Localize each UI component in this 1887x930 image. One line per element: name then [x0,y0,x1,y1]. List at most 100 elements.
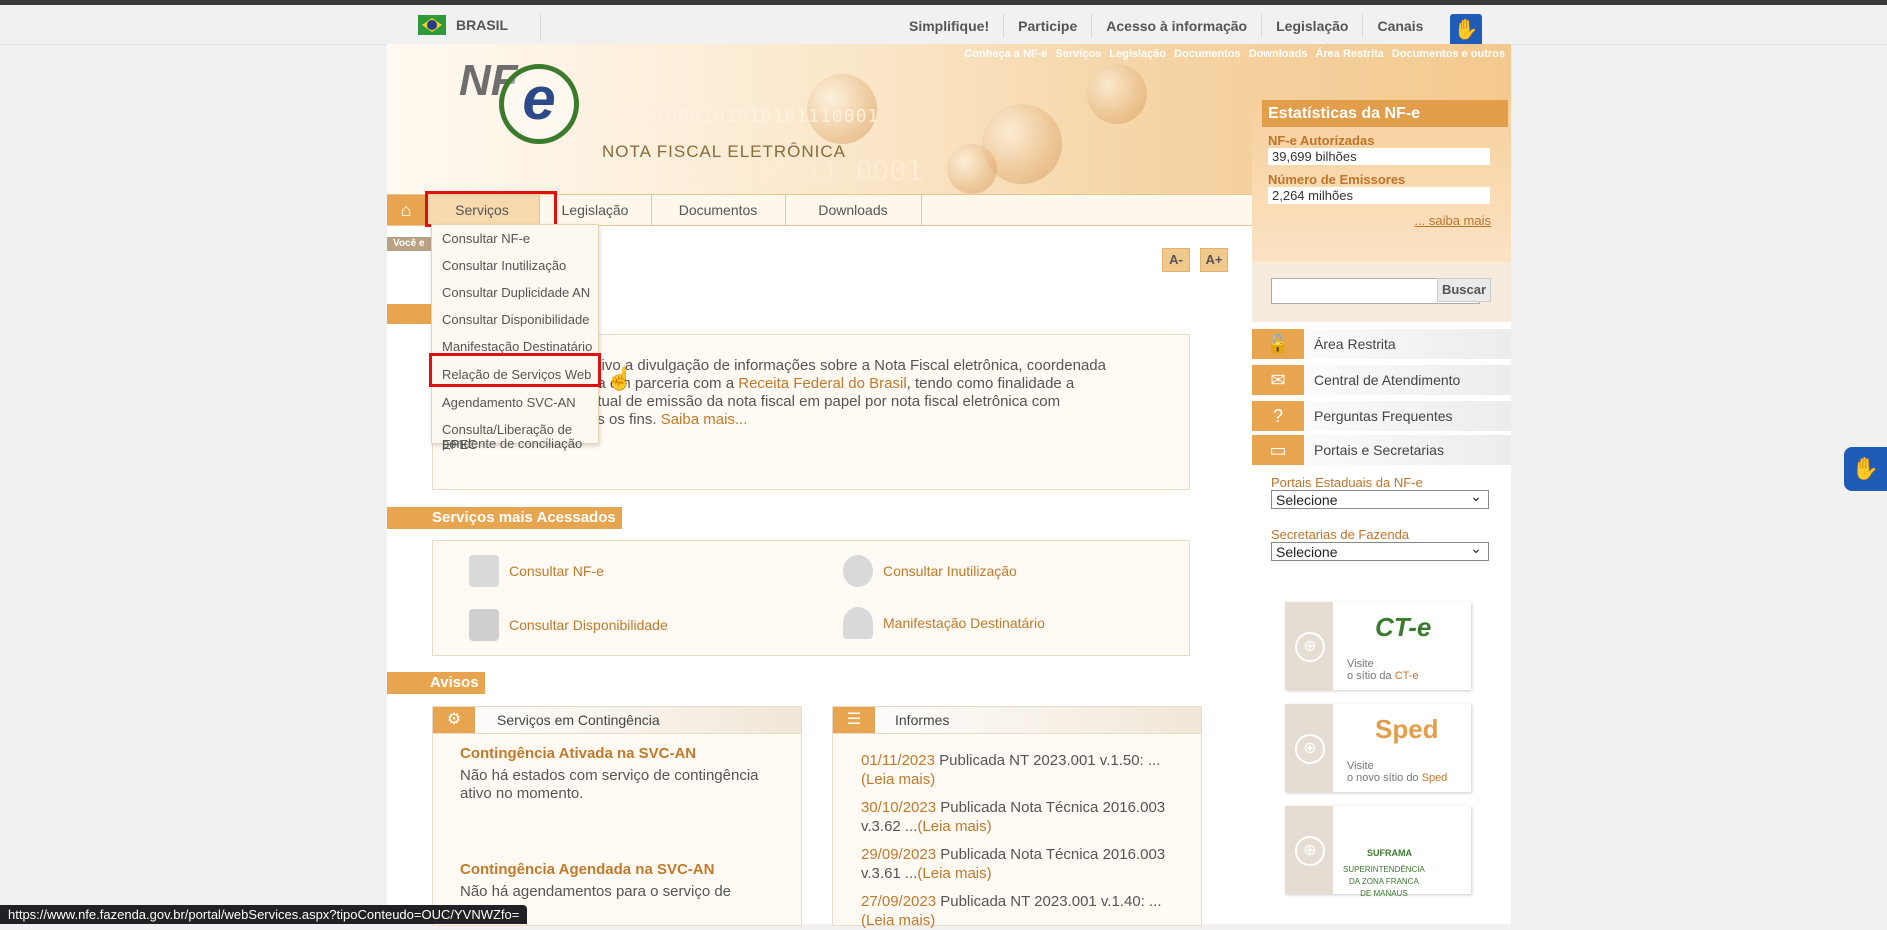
binary-decoration: 01011000101010101110001 [607,106,880,127]
panel-header: ⚙ Serviços em Contingência [433,707,801,734]
gov-link-acesso-informacao[interactable]: Acesso à informação [1091,14,1261,38]
stats-title: Estatísticas da NF-e [1262,100,1508,127]
header-link-documentos[interactable]: Documentos [1174,48,1241,60]
stats-authorized-value: 39,699 bilhões [1268,148,1490,165]
informe-item[interactable]: 27/09/2023 Publicada NT 2023.001 v.1.40:… [861,892,1196,930]
panel-title: Serviços em Contingência [497,712,660,728]
leia-mais-link[interactable]: (Leia mais) [861,771,935,788]
service-consultar-nfe[interactable]: Consultar NF-e [469,555,604,587]
side-link-area-restrita[interactable]: 🔓 Área Restrita [1252,329,1511,360]
leia-mais-link[interactable]: (Leia mais) [917,818,991,835]
decorative-sphere [947,144,997,194]
services-title: Serviços mais Acessados [387,507,622,529]
informes-panel: ☰ Informes 01/11/2023 Publicada NT 2023.… [832,706,1202,929]
header-link-legislacao[interactable]: Legislação [1109,48,1166,60]
contingencia-panel: ⚙ Serviços em Contingência Contingência … [432,706,802,926]
side-link-central-atendimento[interactable]: ✉ Central de Atendimento [1252,365,1511,396]
logo-text: NOTA FISCAL ELETRÔNICA [602,142,846,161]
banner-visit: Visite o novo sítio do Sped [1347,760,1447,784]
secretarias-select[interactable]: Selecione [1271,539,1489,561]
person-chat-icon [843,607,873,639]
breadcrumb: Você e [387,237,431,251]
gov-link-canais[interactable]: Canais [1362,14,1437,38]
dropdown-item-consulta-epec-line2[interactable]: pendente de conciliação [442,436,582,451]
intro-line: da em parceria com a Receita Federal do … [589,375,1149,393]
font-increase-button[interactable]: A+ [1200,248,1228,272]
banner-visit-name: Sped [1421,772,1448,784]
side-link-label: Área Restrita [1314,336,1396,352]
services-box: Consultar NF-e Consultar Inutilização Co… [432,540,1190,656]
search-button[interactable]: Buscar [1437,278,1491,302]
service-label: Manifestação Destinatário [883,615,1045,631]
contingencia-agendada-title[interactable]: Contingência Agendada na SVC-AN [460,861,714,878]
hand-cursor-icon: ☝ [606,366,634,391]
banner-brand: CT-e [1375,612,1432,642]
logo-e-icon[interactable]: e [499,64,579,144]
stats-authorized-label: NF-e Autorizadas [1268,133,1375,148]
stats-issuers-value: 2,264 milhões [1268,187,1490,204]
banner-visit-name: CT-e [1394,670,1419,682]
side-link-portais[interactable]: ▭ Portais e Secretarias [1252,435,1511,466]
dropdown-item-consultar-duplicidade[interactable]: Consultar Duplicidade AN [442,285,590,300]
gov-link-legislacao[interactable]: Legislação [1261,14,1362,38]
banner-cte[interactable]: ⊕ CT-e Visite o sítio da CT-e [1285,602,1471,690]
home-icon[interactable]: ⌂ [387,195,425,225]
dropdown-item-agendamento-svc-an[interactable]: Agendamento SVC-AN [442,395,576,410]
side-link-label: Central de Atendimento [1314,372,1461,388]
header-link-servicos[interactable]: Serviços [1055,48,1101,60]
banner-visit: SUPERINTENDÊNCIA DA ZONA FRANCA DE MANAUS [1343,864,1425,900]
contingencia-ativada-title[interactable]: Contingência Ativada na SVC-AN [460,745,696,762]
intro-fragment: , tendo como finalidade a [906,375,1075,392]
panel-header: ☰ Informes [833,707,1201,734]
saiba-mais-link[interactable]: Saiba mais... [661,411,748,428]
gov-link-participe[interactable]: Participe [1003,14,1091,38]
nfe-search-icon [469,555,499,587]
banner-visit-prefix: DA ZONA FRANCA [1349,877,1419,886]
header-link-conheca[interactable]: Conheça a NF-e [964,48,1047,60]
leia-mais-link[interactable]: (Leia mais) [917,865,991,882]
dropdown-item-manifestacao[interactable]: Manifestação Destinatário [442,339,592,354]
page-container: 01011000101010101110001 101010111 0001 C… [387,44,1511,929]
informe-item[interactable]: 30/10/2023 Publicada Nota Técnica 2016.0… [861,798,1196,836]
dropdown-item-consultar-nfe[interactable]: Consultar NF-e [442,231,530,246]
accessibility-hand-icon[interactable]: ✋ [1450,14,1482,46]
banner-visit-prefix: o sítio da [1347,670,1395,682]
side-link-perguntas[interactable]: ? Perguntas Frequentes [1252,401,1511,432]
informe-date: 29/09/2023 [861,846,937,863]
brazil-flag-icon [418,15,446,35]
menu-downloads[interactable]: Downloads [785,195,922,225]
leia-mais-link[interactable]: (Leia mais) [861,912,935,929]
font-decrease-button[interactable]: A- [1162,248,1190,272]
accessibility-hand-icon[interactable]: ✋ [1844,447,1887,491]
service-label: Consultar Disponibilidade [509,617,668,633]
servicos-dropdown: Consultar NF-e Consultar Inutilização Co… [431,224,599,452]
brasil-link[interactable]: BRASIL [418,14,508,36]
receita-link[interactable]: Receita Federal do Brasil [738,375,906,392]
intro-fragment: os os fins. [589,411,661,428]
informe-text: Publicada NT 2023.001 v.1.40: ... [936,893,1162,910]
dropdown-item-consultar-inutilizacao[interactable]: Consultar Inutilização [442,258,566,273]
informe-item[interactable]: 01/11/2023 Publicada NT 2023.001 v.1.50:… [861,751,1196,789]
globe-icon: ⊕ [1295,734,1325,764]
service-consultar-inutilizacao[interactable]: Consultar Inutilização [843,555,1017,587]
portais-select[interactable]: Selecione [1271,487,1489,509]
dropdown-item-consultar-disponibilidade[interactable]: Consultar Disponibilidade [442,312,589,327]
service-manifestacao[interactable]: Manifestação Destinatário [843,607,1045,639]
banner-suframa[interactable]: ⊕ SUFRAMA SUPERINTENDÊNCIA DA ZONA FRANCA… [1285,806,1471,898]
informe-item[interactable]: 29/09/2023 Publicada Nota Técnica 2016.0… [861,845,1196,883]
gov-divider [540,13,541,41]
menu-documentos[interactable]: Documentos [651,195,786,225]
gov-links: Simplifique! Participe Acesso à informaç… [895,14,1437,38]
gov-link-simplifique[interactable]: Simplifique! [895,14,1003,38]
envelope-icon: ✉ [1252,365,1304,395]
highlight-box [425,191,557,227]
banner-visit: Visite o sítio da CT-e [1347,658,1419,682]
service-consultar-disponibilidade[interactable]: Consultar Disponibilidade [469,609,668,641]
gov-bar: BRASIL Simplifique! Participe Acesso à i… [0,5,1887,46]
informe-date: 27/09/2023 [861,893,937,910]
question-icon: ? [1252,401,1304,431]
stats-saiba-mais-link[interactable]: ... saiba mais [1414,213,1491,228]
intro-line: etivo a divulgação de informações sobre … [589,357,1106,374]
banner-visit-name: DE MANAUS [1360,889,1408,898]
banner-sped[interactable]: ⊕ Sped Visite o novo sítio do Sped [1285,704,1471,792]
